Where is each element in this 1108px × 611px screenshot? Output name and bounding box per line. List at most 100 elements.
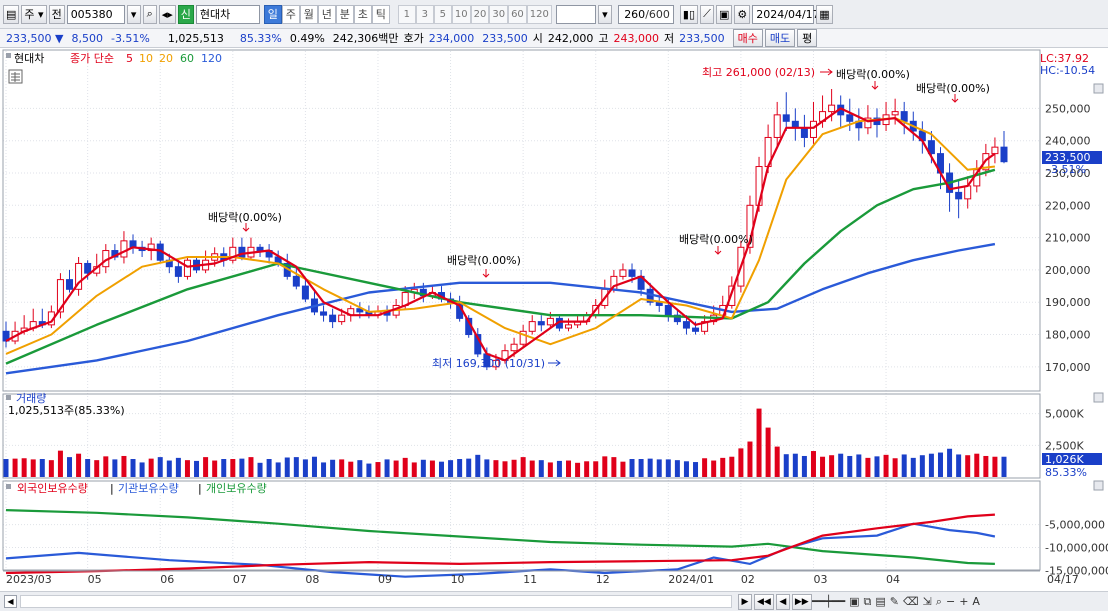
slider-icon[interactable]: ━━┿━━ (812, 595, 845, 609)
chart-menu-icon[interactable]: ▤ (3, 4, 20, 24)
stock-chart[interactable]: 250,000240,000230,000220,000210,000200,0… (0, 49, 1108, 591)
tab-second[interactable]: 초 (353, 4, 372, 24)
volume-bar (457, 459, 463, 477)
tab-week[interactable]: 주 (281, 4, 300, 24)
code-input[interactable]: 005380 (66, 4, 125, 24)
candle-body (900, 111, 908, 122)
volume-bar (1001, 456, 1007, 477)
print-icon[interactable]: ▤ (875, 595, 885, 609)
volume-bar (166, 460, 172, 477)
chart-scrollbar[interactable]: ◀ ▶ ◀◀ ◀ ▶▶ ━━┿━━ ▣ ⧉ ▤ ✎ ⌫ ⇲ ⌕ − + A (0, 591, 1108, 611)
zoom-in-icon[interactable]: + (959, 595, 968, 609)
export-icon[interactable]: ⇲ (923, 595, 932, 609)
tab-tick[interactable]: 틱 (371, 4, 390, 24)
volume-ratio: 85.33% (239, 31, 282, 45)
interval-30[interactable]: 30 (489, 4, 509, 24)
legend-ma20: 20 (159, 52, 173, 65)
volume-bar (865, 457, 871, 477)
save-icon[interactable]: ▣ (716, 4, 733, 24)
price-pane-button[interactable] (1093, 83, 1104, 94)
page-last-icon[interactable]: ▶▶ (791, 594, 812, 610)
volume-bar (384, 459, 390, 477)
interval-dropdown-icon[interactable]: ▾ (597, 4, 612, 24)
tab-year[interactable]: 년 (317, 4, 336, 24)
time-axis-label: 03 (813, 573, 827, 586)
volume-bar (293, 457, 299, 477)
calendar-icon[interactable]: ▦ (816, 4, 833, 24)
tab-month[interactable]: 월 (299, 4, 318, 24)
prev-button[interactable]: 전 (48, 4, 65, 24)
interval-3[interactable]: 3 (415, 4, 434, 24)
chart-line-icon[interactable]: ⟋ (700, 4, 714, 24)
volume-bar (711, 460, 717, 477)
volume-bar (965, 455, 971, 477)
holdings-pane-button[interactable] (1093, 480, 1104, 491)
candle-icon[interactable]: ▮▯ (679, 4, 698, 24)
date-input[interactable]: 2024/04/17 (752, 4, 820, 24)
new-badge: 신 (177, 4, 194, 24)
volume-pane-button[interactable] (1093, 392, 1104, 403)
tab-day[interactable]: 일 (263, 4, 282, 24)
time-axis-label: 08 (305, 573, 319, 586)
price-axis-label: 190,000 (1045, 296, 1091, 309)
page-prev-icon[interactable]: ◀ (775, 594, 790, 610)
eval-button[interactable]: 평 (797, 29, 818, 47)
volume-bar (275, 462, 281, 477)
zoom-out-icon[interactable]: − (946, 595, 955, 609)
time-axis-label: 07 (233, 573, 247, 586)
volume-bar (493, 460, 499, 477)
svg-text:|: | (110, 482, 114, 495)
stock-name-field[interactable]: 현대차 (195, 4, 260, 24)
page-next-icon[interactable]: ▶ (738, 594, 752, 610)
type-dropdown[interactable]: 주 ▾ (21, 4, 47, 24)
volume-bar (284, 457, 290, 477)
interval-5[interactable]: 5 (433, 4, 452, 24)
code-dropdown-icon[interactable]: ▾ (126, 4, 141, 24)
volume-bar (593, 461, 599, 477)
volume-bar (248, 457, 254, 477)
sell-button[interactable]: 매도 (764, 29, 796, 47)
interval-10[interactable]: 10 (451, 4, 471, 24)
candle-body (84, 262, 92, 274)
trade-amount: 242,306백만 (332, 32, 399, 45)
page-first-icon[interactable]: ◀◀ (754, 594, 774, 610)
search-icon[interactable]: ⌕ (142, 4, 157, 24)
crosshair-icon[interactable]: ▣ (849, 595, 859, 609)
volume-bar (148, 458, 154, 477)
magnifier-icon[interactable]: ⌕ (936, 595, 942, 609)
price-axis-label: 250,000 (1045, 102, 1091, 115)
scroll-left-icon[interactable]: ◀ (4, 595, 17, 608)
volume-bar (121, 455, 127, 477)
volume-bar (856, 454, 862, 477)
sound-icon[interactable]: ◂▸ (158, 4, 176, 24)
interval-20[interactable]: 20 (470, 4, 490, 24)
svg-text:|: | (198, 482, 202, 495)
scroll-track[interactable] (20, 595, 732, 608)
gear-icon[interactable]: ⚙ (734, 4, 751, 24)
volume-bar (466, 458, 472, 477)
volume-bar (702, 458, 708, 477)
volume-bar (665, 459, 671, 477)
dividend-annotation: 배당락(0.00%) (916, 82, 990, 95)
copy-icon[interactable]: ⧉ (864, 595, 872, 609)
buy-button[interactable]: 매수 (732, 29, 763, 47)
font-icon[interactable]: A (972, 595, 980, 609)
interval-120[interactable]: 120 (526, 4, 552, 24)
volume-bar (393, 460, 399, 477)
candle-body (891, 111, 899, 116)
volume-bar (801, 455, 807, 477)
custom-interval-input[interactable] (555, 4, 596, 24)
tab-minute[interactable]: 분 (335, 4, 354, 24)
volume-bar (919, 455, 925, 477)
interval-60[interactable]: 60 (508, 4, 527, 24)
legend-individual: 개인보유수량 (206, 482, 267, 495)
candle-body (628, 269, 636, 277)
volume-bar (221, 459, 227, 477)
interval-1[interactable]: 1 (397, 4, 416, 24)
volume-bar (683, 461, 689, 477)
erase-icon[interactable]: ⌫ (903, 595, 919, 609)
draw-icon[interactable]: ✎ (890, 595, 899, 609)
count-input[interactable]: 260/600 (617, 4, 674, 24)
volume-bar (756, 408, 762, 477)
open-label: 시 (532, 32, 543, 45)
